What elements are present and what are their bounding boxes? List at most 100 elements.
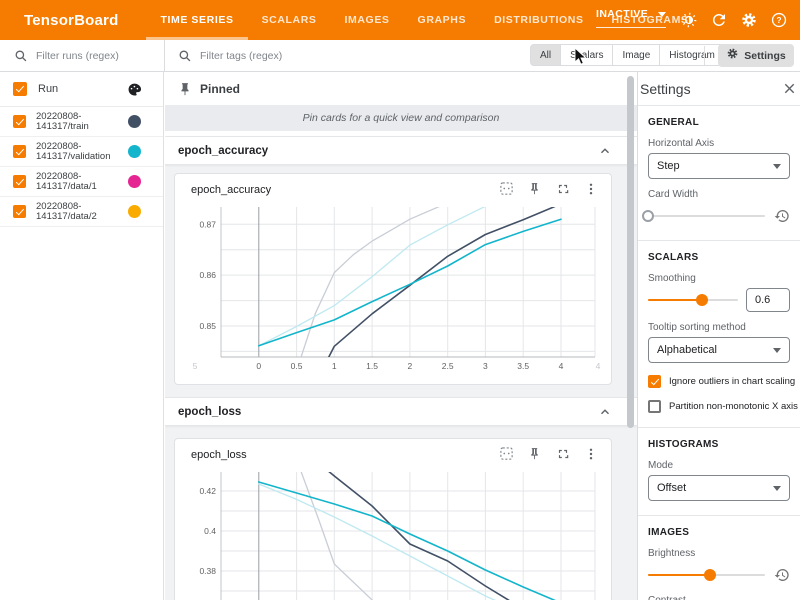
ignore-outliers-checkbox[interactable]: Ignore outliers in chart scaling	[648, 375, 790, 388]
filter-toolbar: AllScalarsImageHistogram Settings	[0, 40, 800, 72]
run-checkbox[interactable]	[13, 115, 26, 128]
slider-thumb[interactable]	[642, 210, 654, 222]
run-row-141317-validation[interactable]: 20220808-141317/validation	[0, 137, 163, 167]
runs-column-label: Run	[38, 83, 58, 95]
spacer	[165, 165, 637, 173]
fullscreen-icon[interactable]	[554, 180, 571, 197]
divider	[638, 515, 800, 516]
svg-text:3: 3	[483, 361, 488, 371]
brightness-slider[interactable]	[648, 565, 765, 585]
run-checkbox[interactable]	[13, 175, 26, 188]
tab-graphs[interactable]: GRAPHS	[404, 0, 481, 40]
checkbox-box	[648, 400, 661, 413]
filter-button-scalars[interactable]: Scalars	[560, 44, 613, 66]
run-row-141317-data-1[interactable]: 20220808-141317/data/1	[0, 167, 163, 197]
svg-text:0.5: 0.5	[291, 361, 303, 371]
tab-distributions[interactable]: DISTRIBUTIONS	[480, 0, 597, 40]
scalar-chart-epoch-accuracy[interactable]: 0.850.860.8700.511.522.533.5454	[183, 201, 603, 373]
spacer	[165, 426, 637, 438]
data-selection-icon[interactable]	[498, 445, 515, 462]
svg-text:2: 2	[408, 361, 413, 371]
smoothing-value-input[interactable]: 0.6	[746, 288, 790, 312]
card-action-icons	[498, 445, 599, 462]
tooltip-sorting-label: Tooltip sorting method	[648, 322, 790, 333]
card-width-slider[interactable]	[648, 206, 765, 226]
slider-thumb[interactable]	[696, 294, 708, 306]
filter-button-histogram[interactable]: Histogram	[659, 44, 725, 66]
gear-icon[interactable]	[739, 11, 758, 30]
slider-thumb[interactable]	[704, 569, 716, 581]
scalar-chart-epoch-loss[interactable]: 0.360.380.40.4200.511.522.533.54	[183, 466, 603, 600]
status-dropdown[interactable]: INACTIVE	[596, 8, 666, 28]
settings-button[interactable]: Settings	[718, 44, 794, 67]
status-label: INACTIVE	[596, 8, 648, 20]
svg-text:0.4: 0.4	[204, 526, 216, 536]
runs-column-header: Run	[0, 72, 163, 107]
chevron-up-icon[interactable]	[597, 404, 613, 420]
svg-text:0: 0	[256, 361, 261, 371]
main-scrollbar[interactable]	[627, 76, 634, 428]
reset-brightness-icon[interactable]	[773, 567, 790, 584]
partition-x-axis-checkbox[interactable]: Partition non-monotonic X axis ?	[648, 400, 790, 413]
divider	[638, 427, 800, 428]
tab-scalars[interactable]: SCALARS	[248, 0, 331, 40]
refresh-icon[interactable]	[709, 11, 728, 30]
section-header-epoch-accuracy[interactable]: epoch_accuracy	[165, 136, 637, 165]
reset-card-width-icon[interactable]	[773, 208, 790, 225]
filter-button-image[interactable]: Image	[612, 44, 660, 66]
spacer	[165, 385, 637, 397]
run-name: 20220808-141317/data/1	[36, 172, 118, 192]
horizontal-axis-select[interactable]: Step	[648, 153, 790, 179]
section-header-epoch-loss[interactable]: epoch_loss	[165, 397, 637, 426]
smoothing-slider[interactable]	[648, 290, 738, 310]
run-row-141317-data-2[interactable]: 20220808-141317/data/2	[0, 197, 163, 227]
svg-text:5: 5	[193, 361, 198, 371]
chevron-down-icon	[773, 486, 781, 491]
pin-card-icon[interactable]	[526, 445, 543, 462]
pin-icon	[178, 82, 192, 96]
run-checkbox[interactable]	[13, 145, 26, 158]
svg-text:0.38: 0.38	[199, 566, 216, 576]
histogram-mode-select[interactable]: Offset	[648, 475, 790, 501]
brightness-icon[interactable]	[679, 11, 698, 30]
tab-images[interactable]: IMAGES	[331, 0, 404, 40]
palette-icon	[127, 82, 142, 97]
run-color-dot	[128, 175, 141, 188]
svg-text:0.85: 0.85	[199, 321, 216, 331]
tab-time-series[interactable]: TIME SERIES	[146, 0, 247, 40]
runs-sidebar: Run 20220808-141317/train 20220808-141317…	[0, 72, 164, 600]
filter-tags-input[interactable]	[198, 49, 482, 63]
tag-type-filter-group: AllScalarsImageHistogram	[530, 44, 725, 66]
more-options-icon[interactable]	[582, 445, 599, 462]
svg-text:0.87: 0.87	[199, 219, 216, 229]
horizontal-axis-label: Horizontal Axis	[648, 138, 790, 149]
svg-text:4: 4	[596, 361, 601, 371]
fullscreen-icon[interactable]	[554, 445, 571, 462]
smoothing-label: Smoothing	[648, 273, 790, 284]
tooltip-sorting-select[interactable]: Alphabetical	[648, 337, 790, 363]
pinned-hint-text: Pin cards for a quick view and compariso…	[303, 112, 500, 124]
select-all-runs-checkbox[interactable]	[13, 82, 27, 96]
filter-button-all[interactable]: All	[530, 44, 561, 66]
settings-panel: Settings GENERAL Horizontal Axis Step Ca…	[637, 72, 800, 600]
more-options-icon[interactable]	[582, 180, 599, 197]
filter-runs-input[interactable]	[34, 49, 148, 63]
chevron-down-icon	[773, 348, 781, 353]
run-checkbox[interactable]	[13, 205, 26, 218]
settings-button-label: Settings	[744, 50, 785, 62]
run-name: 20220808-141317/validation	[36, 142, 118, 162]
horizontal-axis-value: Step	[657, 160, 680, 172]
chevron-up-icon[interactable]	[597, 143, 613, 159]
close-icon[interactable]	[780, 80, 798, 98]
tensorboard-app: TensorBoard TIME SERIESSCALARSIMAGESGRAP…	[0, 0, 800, 600]
tags-filter-cell	[178, 40, 518, 71]
svg-text:0.86: 0.86	[199, 270, 216, 280]
divider	[704, 46, 705, 65]
svg-text:1.5: 1.5	[366, 361, 378, 371]
help-icon[interactable]: ?	[769, 11, 788, 30]
search-icon	[178, 49, 192, 63]
data-selection-icon[interactable]	[498, 180, 515, 197]
run-row-141317-train[interactable]: 20220808-141317/train	[0, 107, 163, 137]
chart-title: epoch_accuracy	[191, 184, 271, 196]
pin-card-icon[interactable]	[526, 180, 543, 197]
